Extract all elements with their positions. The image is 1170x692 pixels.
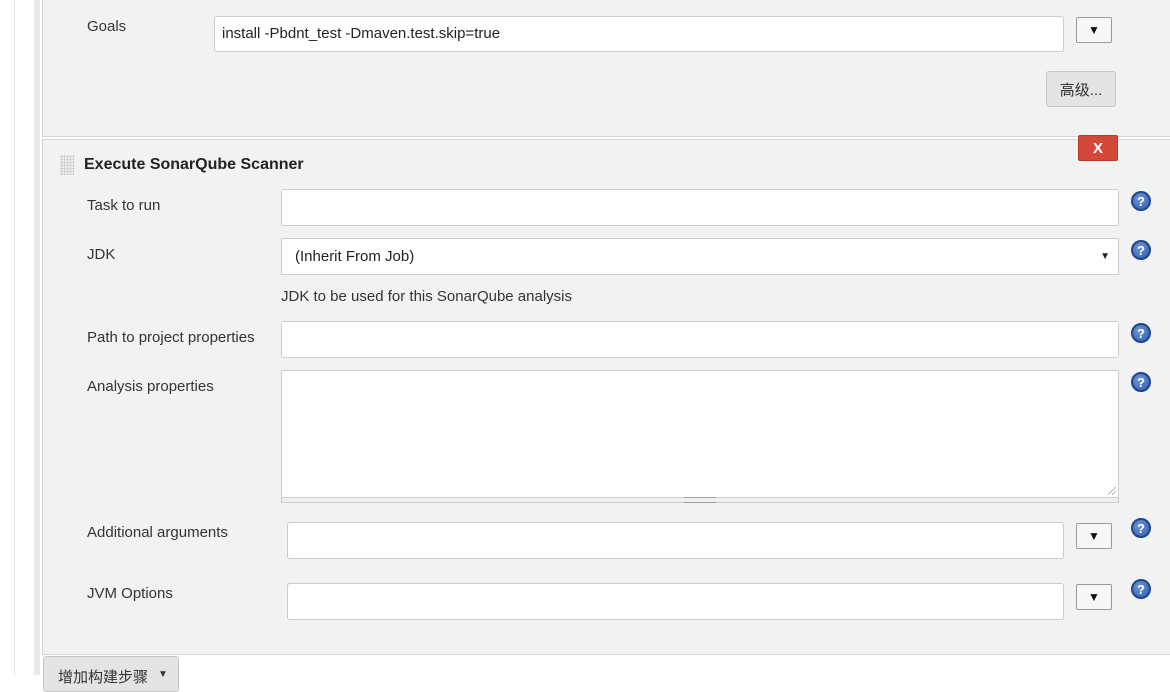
section-title: Execute SonarQube Scanner — [84, 156, 304, 173]
grip-icon — [684, 497, 716, 503]
triangle-down-icon: ▼ — [1088, 23, 1100, 37]
help-icon[interactable]: ? — [1131, 191, 1151, 211]
jvm-options-label: JVM Options — [87, 585, 173, 602]
chevron-down-icon: ▼ — [158, 669, 168, 680]
add-build-step-button[interactable]: 增加构建步骤 ▼ — [43, 656, 179, 692]
jvm-options-dropdown-button[interactable]: ▼ — [1076, 584, 1112, 610]
jdk-selected-value: (Inherit From Job) — [295, 248, 415, 265]
delete-step-button[interactable]: X — [1078, 135, 1118, 161]
triangle-down-icon: ▼ — [1088, 529, 1100, 543]
help-icon[interactable]: ? — [1131, 240, 1151, 260]
textarea-resize-grip[interactable] — [281, 497, 1119, 503]
goals-label: Goals — [87, 18, 127, 35]
task-to-run-label: Task to run — [87, 197, 161, 214]
help-icon[interactable]: ? — [1131, 518, 1151, 538]
goals-dropdown-button[interactable]: ▼ — [1076, 17, 1112, 43]
additional-args-input[interactable] — [287, 522, 1064, 559]
analysis-textarea[interactable] — [281, 370, 1119, 498]
analysis-label: Analysis properties — [87, 378, 214, 395]
resize-corner-icon[interactable] — [1108, 487, 1116, 495]
jvm-options-input[interactable] — [287, 583, 1064, 620]
help-icon[interactable]: ? — [1131, 323, 1151, 343]
goals-input[interactable]: install -Pbdnt_test -Dmaven.test.skip=tr… — [214, 16, 1064, 52]
jdk-label: JDK — [87, 246, 116, 263]
left-divider — [14, 0, 15, 675]
left-section-bar — [34, 0, 40, 675]
path-label: Path to project properties — [87, 329, 255, 346]
help-icon[interactable]: ? — [1131, 372, 1151, 392]
additional-args-label: Additional arguments — [87, 524, 228, 541]
task-to-run-input[interactable] — [281, 189, 1119, 226]
jdk-description: JDK to be used for this SonarQube analys… — [281, 288, 572, 305]
triangle-down-icon: ▼ — [1088, 590, 1100, 604]
add-build-step-label: 增加构建步骤 — [58, 669, 149, 686]
help-icon[interactable]: ? — [1131, 579, 1151, 599]
left-margin — [0, 0, 14, 675]
additional-args-dropdown-button[interactable]: ▼ — [1076, 523, 1112, 549]
path-input[interactable] — [281, 321, 1119, 358]
chevron-down-icon: ▼ — [1100, 251, 1110, 262]
advanced-button[interactable]: 高级... — [1046, 71, 1116, 107]
jdk-select[interactable]: (Inherit From Job) ▼ — [281, 238, 1119, 275]
drag-handle-icon[interactable] — [60, 155, 74, 175]
